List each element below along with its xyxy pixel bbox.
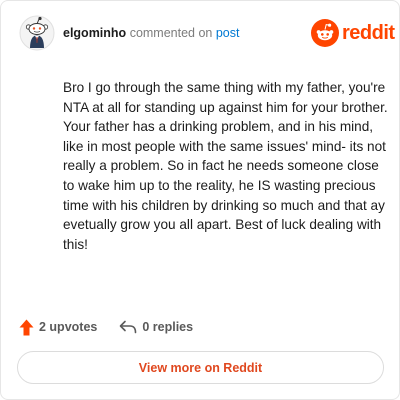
reply-arrow-icon bbox=[120, 320, 137, 334]
comment-body: Bro I go through the same thing with my … bbox=[63, 80, 388, 252]
reddit-wordmark: reddit bbox=[342, 22, 395, 44]
commented-on-label: commented on bbox=[129, 26, 213, 40]
upvote-arrow-icon bbox=[19, 319, 34, 335]
user-avatar[interactable] bbox=[19, 15, 55, 51]
comment-header: elgominho commented on post bbox=[63, 25, 240, 41]
comment-embed-card: elgominho commented on post reddit Bro I… bbox=[0, 0, 400, 400]
post-link[interactable]: post bbox=[216, 26, 240, 40]
view-more-on-reddit-button[interactable]: View more on Reddit bbox=[17, 351, 384, 384]
reddit-logo-icon bbox=[311, 19, 339, 47]
reply-count: 0 replies bbox=[142, 320, 194, 334]
reddit-brand[interactable]: reddit bbox=[311, 19, 395, 47]
upvote-button[interactable]: 2 upvotes bbox=[19, 319, 97, 336]
upvote-count: 2 upvotes bbox=[39, 320, 98, 334]
reply-button[interactable]: 0 replies bbox=[119, 320, 193, 334]
username[interactable]: elgominho bbox=[63, 26, 126, 40]
comment-actions: 2 upvotes 0 replies bbox=[19, 317, 193, 337]
